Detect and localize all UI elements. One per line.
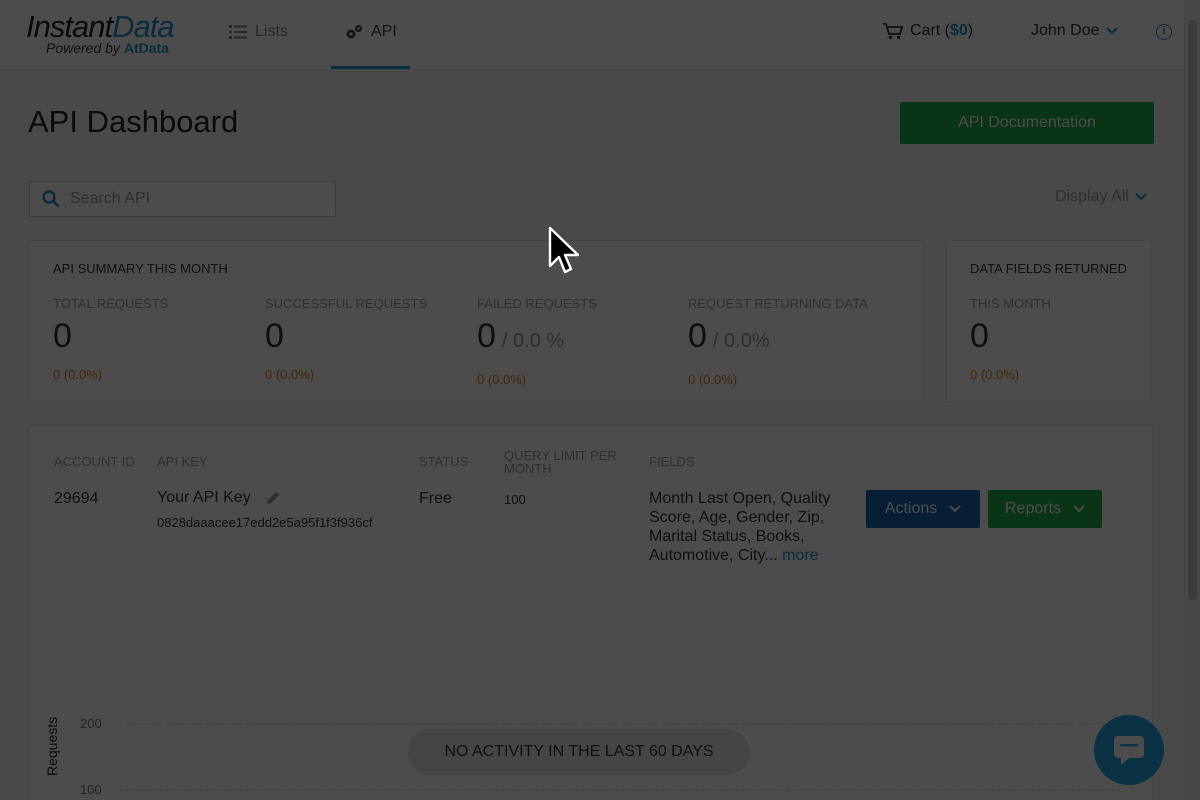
actions-button[interactable]: Actions [866,490,980,528]
stat-change: 0 (0.0%) [477,372,527,387]
stat-change: 0 (0.0%) [688,372,738,387]
logo-wordmark: InstantData [26,9,175,44]
list-icon [229,25,247,39]
col-head-account-id: ACCOUNT ID [54,454,135,469]
fields-more-link[interactable]: more [778,547,818,564]
stat-value: 0 [53,319,168,353]
mouse-cursor-icon [548,226,582,281]
chat-widget-button[interactable] [1094,715,1164,785]
cart-label: Cart ( [910,22,950,39]
logo-instant: Instant [26,9,113,44]
api-documentation-button[interactable]: API Documentation [900,102,1154,144]
logo-tagline: Powered by AtData [46,40,174,56]
stat-number: 0 [53,317,72,355]
help-icon[interactable]: i [1156,24,1172,40]
data-fields-title: DATA FIELDS RETURNED [970,261,1127,276]
stat-successful-requests: SUCCESSFUL REQUESTS 0 0 (0.0%) [265,296,427,382]
api-key-name-text: Your API Key [157,489,251,506]
search-icon [42,190,60,208]
cart-link[interactable]: Cart ($0) [882,22,973,40]
chart-y-axis-label: Requests [44,716,60,776]
chart-gridline [120,723,1120,724]
stat-value: 0/ 0.0 % [477,319,597,358]
page-scrollbar[interactable] [1184,0,1200,800]
stat-value: 0/ 0.0% [688,319,868,358]
logo-powered: Powered by [46,40,124,56]
reports-button[interactable]: Reports [988,490,1102,528]
nav-tab-api-label: API [371,23,397,40]
user-menu[interactable]: John Doe [1031,22,1118,40]
stat-change: 0 (0.0%) [53,367,103,382]
nav-tab-lists-label: Lists [255,23,288,40]
chart-y-tick: 200 [80,716,102,731]
api-key-value: 0828daaacee17edd2e5a95f1f3f936cf [157,515,373,530]
stat-percent: / 0.0% [712,330,770,352]
fields-list: Month Last Open, Quality Score, Age, Gen… [649,489,849,565]
stat-number: 0 [970,317,989,355]
api-summary-title: API SUMMARY THIS MONTH [53,261,228,276]
cart-amount: $0 [950,22,968,39]
chart-gridline [120,789,1120,790]
stat-change: 0 (0.0%) [265,367,315,382]
stat-label: REQUEST RETURNING DATA [688,296,868,311]
top-header: InstantData Powered by AtData Lists API … [0,0,1184,70]
query-limit-value: 100 [504,492,526,507]
col-head-status: STATUS [419,454,469,469]
instantdata-logo[interactable]: InstantData Powered by AtData [26,9,175,57]
chat-bubble-icon [1111,733,1147,767]
col-head-fields: FIELDS [649,454,695,469]
api-summary-card: API SUMMARY THIS MONTH TOTAL REQUESTS 0 … [29,240,923,402]
cart-label-close: ) [967,22,974,39]
stat-fields-this-month: THIS MONTH 0 0 (0.0%) [970,296,1051,382]
reports-button-label: Reports [1004,500,1062,517]
page-title: API Dashboard [28,104,239,139]
stat-request-returning-data: REQUEST RETURNING DATA 0/ 0.0% 0 (0.0%) [688,296,868,387]
no-activity-message: NO ACTIVITY IN THE LAST 60 DAYS [408,729,750,775]
actions-button-label: Actions [884,500,938,517]
logo-data: Data [112,9,174,44]
stat-change: 0 (0.0%) [970,367,1020,382]
nav-tab-api[interactable]: API [331,0,411,70]
display-all-label: Display All [1055,188,1129,205]
stat-label: SUCCESSFUL REQUESTS [265,296,428,311]
stat-failed-requests: FAILED REQUESTS 0/ 0.0 % 0 (0.0%) [477,296,597,387]
chevron-down-icon [1105,22,1118,40]
chevron-down-icon [949,505,961,513]
pencil-icon[interactable] [265,490,281,506]
stat-label: THIS MONTH [970,296,1051,311]
col-head-query-limit: QUERY LIMIT PER MONTH [504,448,617,476]
api-key-name: Your API Key [157,489,281,507]
col-head-api-key: API KEY [157,454,208,469]
stat-number: 0 [688,317,707,355]
stat-percent: / 0.0 % [501,330,565,352]
display-all-dropdown[interactable]: Display All [1055,188,1147,206]
cart-icon [882,22,904,40]
stat-total-requests: TOTAL REQUESTS 0 0 (0.0%) [53,296,168,382]
chart-y-tick: 100 [80,782,102,797]
stat-number: 0 [477,317,496,355]
chevron-down-icon [1073,505,1085,513]
chevron-down-icon [1135,188,1147,206]
account-id-value: 29694 [54,490,99,507]
stat-label: TOTAL REQUESTS [53,296,169,311]
stat-value: 0 [970,319,1051,353]
active-tab-indicator [331,66,410,69]
user-name: John Doe [1031,22,1100,39]
data-fields-card: DATA FIELDS RETURNED THIS MONTH 0 0 (0.0… [946,240,1152,402]
logo-atdata: AtData [123,40,169,56]
status-value: Free [419,490,452,507]
search-box [29,181,336,217]
stat-value: 0 [265,319,427,353]
stat-label: FAILED REQUESTS [477,296,597,311]
gears-icon [345,24,363,40]
nav-tab-lists[interactable]: Lists [215,0,302,70]
search-input[interactable] [70,190,310,208]
stat-number: 0 [265,317,284,355]
scrollbar-thumb[interactable] [1188,20,1197,600]
